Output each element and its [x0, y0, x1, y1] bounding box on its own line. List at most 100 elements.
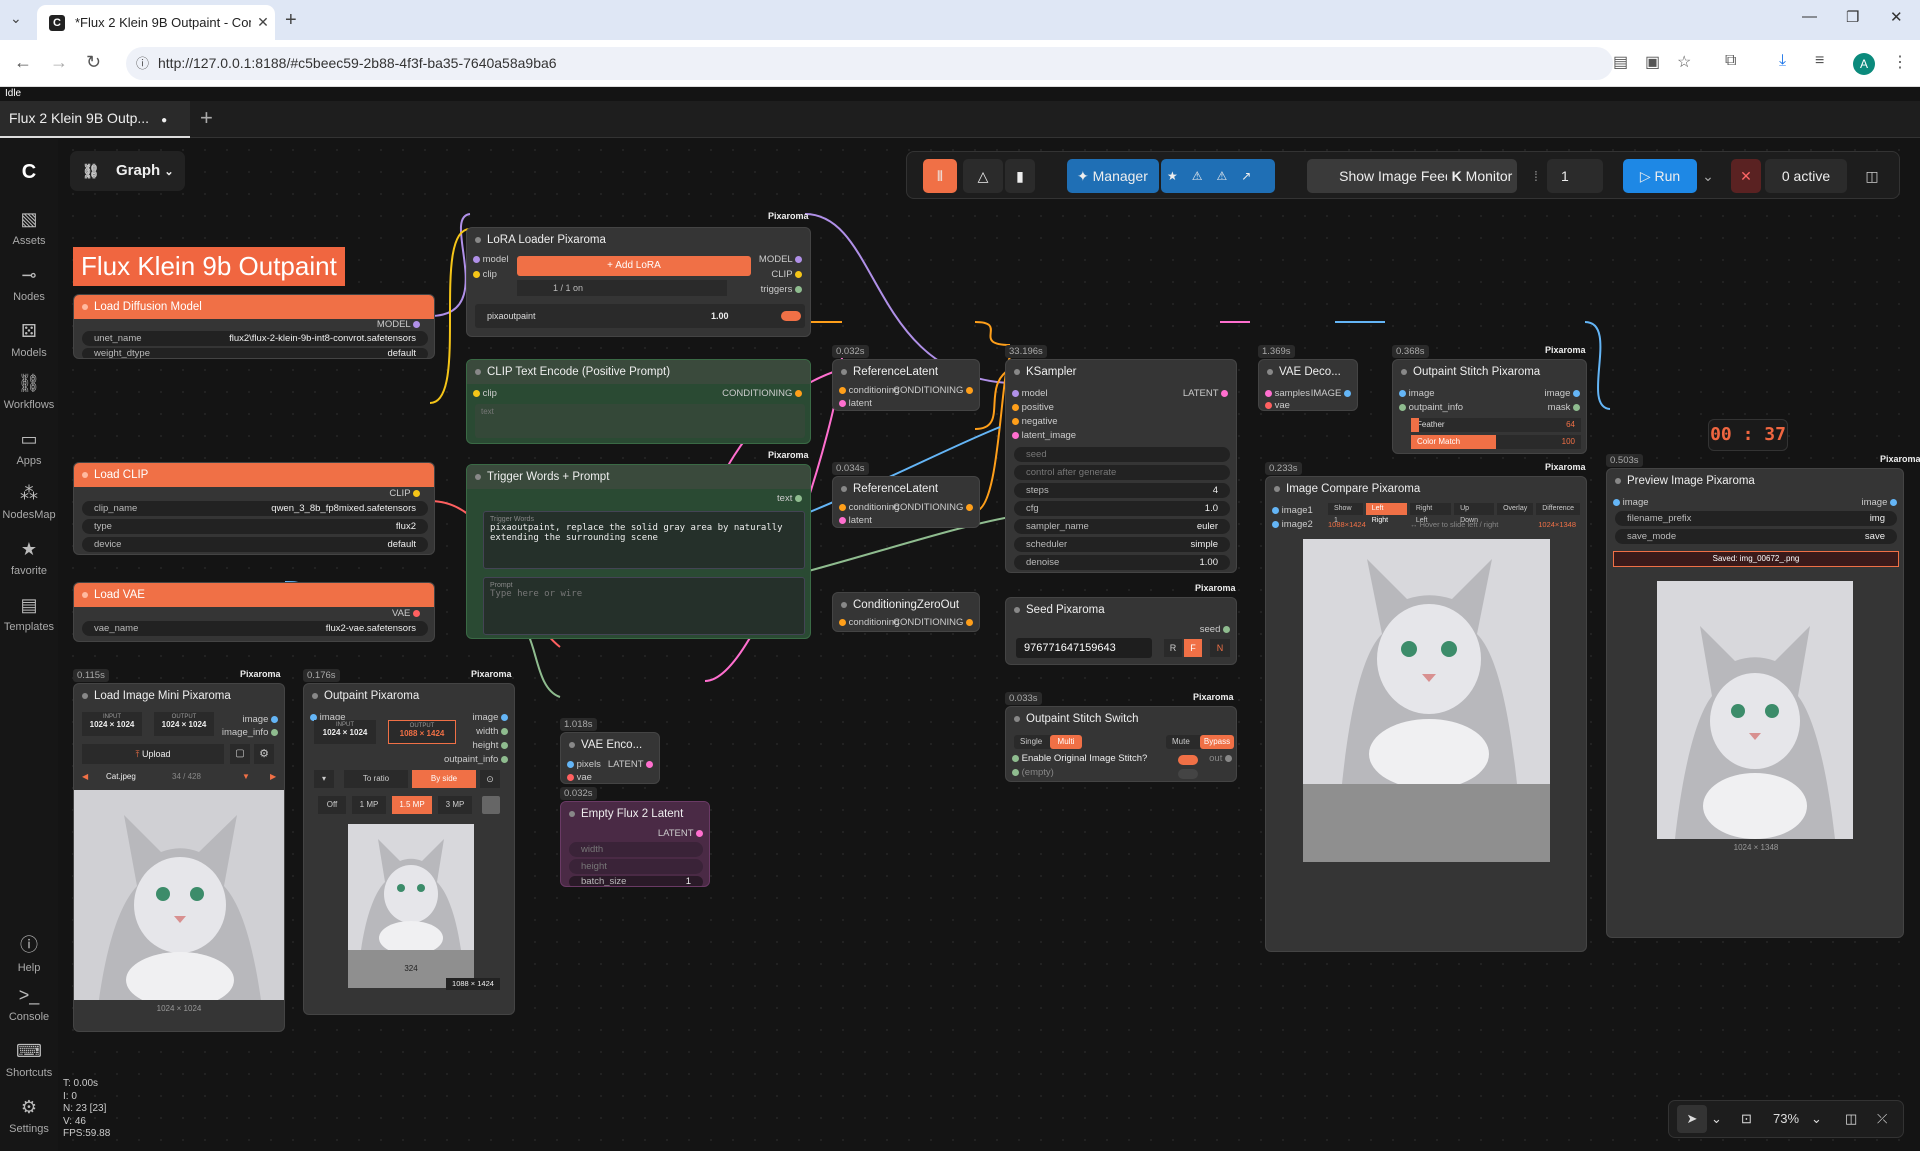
- size-1-5mp-button[interactable]: 1.5 MP: [392, 796, 432, 814]
- empty-toggle[interactable]: [1178, 769, 1198, 779]
- text-input[interactable]: text: [475, 404, 805, 438]
- node-reference-latent-2[interactable]: ReferenceLatent conditioning latent COND…: [832, 476, 980, 528]
- output-conditioning[interactable]: CONDITIONING: [893, 502, 973, 513]
- lora-row[interactable]: pixaoutpaint 1.00: [475, 304, 805, 328]
- input-vae[interactable]: vae: [1265, 400, 1290, 410]
- loaded-image[interactable]: [74, 790, 284, 1000]
- input-vae[interactable]: vae: [567, 772, 592, 783]
- output-conditioning[interactable]: CONDITIONING: [722, 388, 802, 399]
- avatar[interactable]: A: [1853, 53, 1875, 75]
- clip-name-widget[interactable]: clip_name qwen_3_8b_fp8mixed.safetensors: [82, 501, 428, 516]
- input-image2[interactable]: image2: [1272, 519, 1313, 530]
- batch-size-widget[interactable]: batch_size 1: [569, 876, 703, 886]
- next-file-icon[interactable]: ▶: [270, 770, 276, 784]
- outpaint-preview[interactable]: 324: [348, 824, 474, 988]
- upload-button[interactable]: ⤒ Upload: [82, 744, 224, 764]
- output-latent[interactable]: LATENT: [658, 828, 703, 839]
- node-preview-image[interactable]: Preview Image Pixaroma image image filen…: [1606, 468, 1904, 938]
- scheduler-widget[interactable]: scheduler simple: [1014, 537, 1230, 552]
- output-image[interactable]: IMAGE: [1311, 388, 1351, 399]
- prev-file-icon[interactable]: ◀: [82, 772, 88, 781]
- output-image[interactable]: image: [1861, 497, 1897, 508]
- close-tab-icon[interactable]: ✕: [251, 14, 275, 31]
- node-load-diffusion-model[interactable]: Load Diffusion Model MODEL unet_name flux…: [73, 294, 435, 359]
- node-outpaint[interactable]: Outpaint Pixaroma image image width heig…: [303, 683, 515, 1015]
- mode-toggle[interactable]: Single Multi: [1014, 735, 1082, 749]
- node-vae-decode[interactable]: VAE Deco... samples vae IMAGE: [1258, 359, 1358, 411]
- chevron-down-icon[interactable]: ⌄: [1711, 1101, 1722, 1137]
- input-samples[interactable]: samples: [1265, 388, 1310, 399]
- denoise-widget[interactable]: denoise 1.00: [1014, 555, 1230, 570]
- node-load-vae[interactable]: Load VAE VAE vae_name flux2-vae.safetenso…: [73, 582, 435, 642]
- clipboard-icon[interactable]: ▢: [230, 744, 250, 764]
- preview-image[interactable]: [1657, 581, 1853, 839]
- seed-f-button[interactable]: F: [1184, 639, 1202, 657]
- extensions-icon[interactable]: ⧉: [1725, 52, 1736, 70]
- output-image[interactable]: image: [1544, 388, 1580, 399]
- node-ksampler[interactable]: KSampler model positive negative latent_…: [1005, 359, 1237, 573]
- input-pixels[interactable]: pixels: [567, 759, 601, 770]
- trigger-words-box[interactable]: Trigger Words pixaoutpaint, replace the …: [483, 511, 805, 569]
- to-ratio-button[interactable]: To ratio: [344, 770, 408, 788]
- node-outpaint-stitch[interactable]: Outpaint Stitch Pixaroma image outpaint_…: [1392, 359, 1587, 454]
- cfg-widget[interactable]: cfg 1.0: [1014, 501, 1230, 516]
- size-off-button[interactable]: Off: [318, 796, 346, 814]
- size-1mp-button[interactable]: 1 MP: [352, 796, 386, 814]
- input-positive[interactable]: positive: [1012, 402, 1054, 413]
- output-out[interactable]: out: [1209, 753, 1232, 764]
- input-image1[interactable]: image1: [1272, 505, 1313, 516]
- output-image-info[interactable]: image_info: [222, 727, 278, 738]
- weight-dtype-widget[interactable]: weight_dtype default: [82, 348, 428, 358]
- output-triggers[interactable]: triggers: [761, 284, 802, 295]
- filename-prefix-widget[interactable]: filename_prefix img: [1615, 511, 1897, 526]
- input-clip[interactable]: clip: [473, 269, 497, 280]
- input-model[interactable]: model: [1012, 388, 1048, 399]
- input-latent-image[interactable]: latent_image: [1012, 430, 1076, 441]
- cast-icon[interactable]: ▣: [1645, 52, 1660, 72]
- bookmark-star-icon[interactable]: ☆: [1677, 52, 1691, 72]
- steps-widget[interactable]: steps 4: [1014, 483, 1230, 498]
- select-pointer-icon[interactable]: ➤: [1677, 1105, 1707, 1133]
- output-width[interactable]: width: [476, 726, 508, 737]
- node-load-image-mini[interactable]: Load Image Mini Pixaroma INPUT 1024 × 102…: [73, 683, 285, 1032]
- media-icon[interactable]: ≡: [1815, 52, 1824, 70]
- color-match-slider[interactable]: Color Match 100: [1411, 435, 1581, 449]
- node-seed[interactable]: Seed Pixaroma seed 976771647159643 R F N: [1005, 597, 1237, 665]
- by-side-button[interactable]: By side: [412, 770, 476, 788]
- output-conditioning[interactable]: CONDITIONING: [893, 617, 973, 628]
- compare-image[interactable]: [1303, 539, 1550, 862]
- output-vae[interactable]: VAE: [392, 608, 420, 619]
- node-conditioning-zero-out[interactable]: ConditioningZeroOut conditioning CONDITI…: [832, 592, 980, 632]
- settings-icon[interactable]: ⊙: [480, 770, 500, 788]
- output-conditioning[interactable]: CONDITIONING: [893, 385, 973, 396]
- device-widget[interactable]: device default: [82, 537, 428, 552]
- menu-icon[interactable]: ⋮: [1892, 52, 1908, 72]
- page-icon[interactable]: ▤: [1613, 52, 1628, 72]
- fit-view-icon[interactable]: ⊡: [1741, 1101, 1752, 1137]
- seed-widget[interactable]: seed: [1014, 447, 1230, 462]
- unet-name-widget[interactable]: unet_name flux2\flux-2-klein-9b-int8-conv…: [82, 331, 428, 346]
- output-latent[interactable]: LATENT: [608, 759, 653, 770]
- restore-icon[interactable]: ❐: [1846, 8, 1859, 26]
- node-load-clip[interactable]: Load CLIP CLIP clip_name qwen_3_8b_fp8mix…: [73, 462, 435, 555]
- feather-slider[interactable]: Feather 64: [1411, 418, 1581, 432]
- height-input[interactable]: height: [569, 859, 703, 874]
- input-image[interactable]: image: [1399, 388, 1435, 399]
- input-latent[interactable]: latent: [839, 398, 872, 409]
- input-conditioning[interactable]: conditioning: [839, 385, 899, 396]
- output-image[interactable]: image: [472, 712, 508, 723]
- close-window-icon[interactable]: ✕: [1890, 8, 1903, 26]
- mute-bypass-toggle[interactable]: Mute Bypass: [1166, 735, 1234, 749]
- seed-value-input[interactable]: 976771647159643: [1016, 638, 1152, 658]
- output-seed[interactable]: seed: [1200, 624, 1230, 635]
- url-field[interactable]: ⓘ http://127.0.0.1:8188/#c5beec59-2b88-4…: [126, 47, 1613, 80]
- output-model[interactable]: MODEL: [759, 254, 802, 265]
- empty-input[interactable]: (empty): [1012, 767, 1054, 778]
- enable-stitch-toggle[interactable]: [1178, 755, 1198, 765]
- type-widget[interactable]: type flux2: [82, 519, 428, 534]
- input-conditioning[interactable]: conditioning: [839, 617, 899, 628]
- chevron-down-icon[interactable]: ⌄: [1811, 1101, 1822, 1137]
- lora-toggle[interactable]: [781, 311, 801, 321]
- node-lora-loader[interactable]: LoRA Loader Pixaroma model clip MODEL CL…: [466, 227, 811, 337]
- node-trigger-words[interactable]: Trigger Words + Prompt text Trigger Word…: [466, 464, 811, 639]
